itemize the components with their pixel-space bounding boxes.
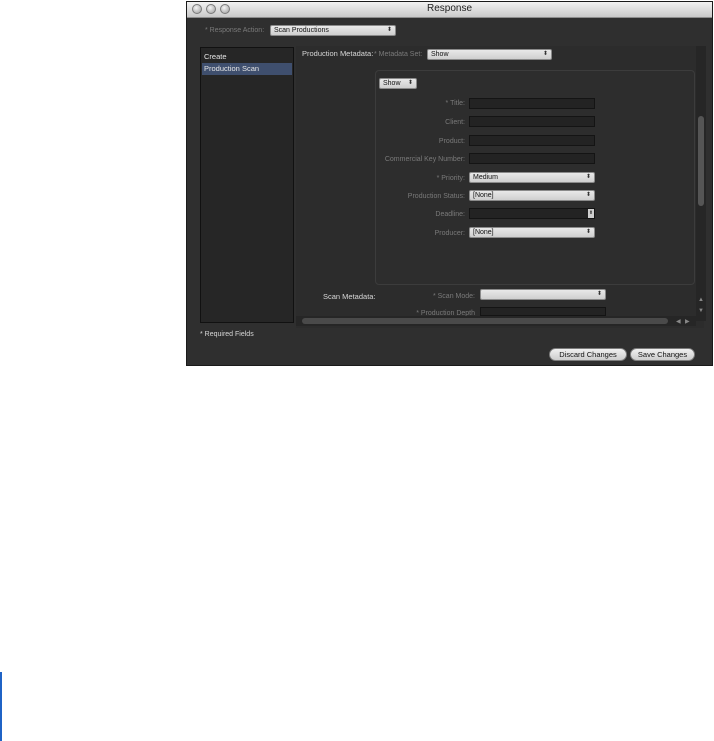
priority-value: Medium — [473, 174, 498, 181]
scan-mode-label: * Scan Mode: — [432, 293, 475, 300]
horizontal-scroll-thumb[interactable] — [302, 318, 668, 324]
producer-value: [None] — [473, 229, 494, 236]
metadata-set-popup[interactable]: Show ⬍ — [427, 49, 552, 60]
production-depth-field[interactable] — [480, 307, 606, 316]
title-bar[interactable]: Response — [187, 2, 712, 18]
sidebar-item-label: Create — [204, 52, 227, 61]
sidebar-item-create[interactable]: Create — [202, 51, 292, 63]
response-action-value: Scan Productions — [274, 27, 329, 34]
title-label: * Title: — [445, 100, 465, 107]
metadata-set-value: Show — [431, 51, 449, 58]
producer-label: Producer: — [434, 230, 465, 237]
client-field[interactable] — [469, 116, 595, 127]
priority-popup[interactable]: Medium ⬍ — [469, 172, 595, 183]
priority-label: * Priority: — [436, 175, 465, 182]
scroll-left-icon[interactable]: ◀ — [676, 318, 681, 325]
popup-arrows-icon: ⬍ — [585, 192, 591, 198]
product-field[interactable] — [469, 135, 595, 146]
discard-changes-button[interactable]: Discard Changes — [549, 348, 627, 361]
action-list: Create Production Scan — [200, 47, 294, 323]
production-status-value: [None] — [473, 192, 494, 199]
popup-arrows-icon: ⬍ — [542, 51, 548, 57]
commercial-key-number-label: Commercial Key Number: — [384, 156, 465, 163]
production-metadata-label: Production Metadata: — [302, 49, 374, 58]
commercial-key-number-field[interactable] — [469, 153, 595, 164]
scan-mode-popup[interactable]: ⬍ — [480, 289, 606, 300]
window-title: Response — [426, 3, 473, 14]
title-field[interactable] — [469, 98, 595, 109]
popup-arrows-icon: ⬍ — [386, 27, 392, 33]
popup-arrows-icon: ⬍ — [585, 174, 591, 180]
popup-arrows-icon: ⬍ — [585, 229, 591, 235]
scroll-up-icon[interactable]: ▲ — [698, 297, 704, 303]
response-action-label: * Response Action: — [205, 27, 265, 34]
group-set-value: Show — [383, 80, 401, 87]
product-label: Product: — [438, 138, 465, 145]
deadline-field[interactable]: ⬍ — [469, 208, 595, 219]
save-changes-button[interactable]: Save Changes — [630, 348, 695, 361]
sidebar-item-label: Production Scan — [204, 64, 260, 73]
scroll-right-icon[interactable]: ▶ — [685, 318, 690, 325]
production-status-label: Production Status: — [407, 193, 465, 200]
deadline-label: Deadline: — [435, 211, 465, 218]
response-window: Response * Response Action: Scan Product… — [186, 1, 713, 366]
client-label: Client: — [445, 119, 465, 126]
required-fields-note: * Required Fields — [200, 331, 254, 338]
popup-arrows-icon: ⬍ — [596, 291, 602, 297]
metadata-set-label: * Metadata Set: — [374, 51, 423, 58]
date-stepper-icon[interactable]: ⬍ — [588, 209, 594, 218]
scan-metadata-label: Scan Metadata: — [323, 292, 376, 301]
vertical-scrollbar[interactable]: ▲ ▼ — [696, 46, 706, 321]
group-set-popup[interactable]: Show ⬍ — [379, 78, 417, 89]
vertical-scroll-thumb[interactable] — [698, 116, 704, 206]
horizontal-scrollbar[interactable]: ◀ ▶ — [296, 316, 696, 326]
production-status-popup[interactable]: [None] ⬍ — [469, 190, 595, 201]
scroll-down-icon[interactable]: ▼ — [698, 308, 704, 314]
popup-arrows-icon: ⬍ — [407, 80, 413, 86]
producer-popup[interactable]: [None] ⬍ — [469, 227, 595, 238]
response-action-popup[interactable]: Scan Productions ⬍ — [270, 25, 396, 36]
sidebar-item-production-scan[interactable]: Production Scan — [202, 63, 292, 75]
page-accent-line — [0, 672, 2, 741]
